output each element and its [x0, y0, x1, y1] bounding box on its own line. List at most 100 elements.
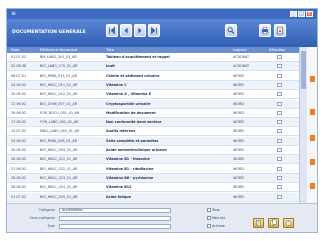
cell-format: WORD: [233, 166, 244, 171]
cell-date: 17.06.02: [11, 101, 27, 106]
close-button[interactable]: ×: [306, 11, 313, 17]
cell-format: WORD: [233, 73, 244, 78]
document-icon: [256, 219, 261, 227]
option-all[interactable]: Tous: [207, 208, 219, 213]
cell-date: 13.07.02: [11, 129, 27, 134]
scrollbar-thumb[interactable]: [301, 51, 306, 89]
cell-ref: BIO_HBLC_004_01_AR: [40, 148, 78, 152]
minimize-button[interactable]: _: [290, 11, 297, 17]
cell-format: WORD: [233, 129, 244, 134]
cell-date: 26.06.02: [11, 157, 27, 162]
option-archive-checkbox[interactable]: [207, 224, 211, 228]
row-select-checkbox[interactable]: [277, 129, 282, 134]
next-record-button[interactable]: [134, 24, 146, 37]
row-select-checkbox[interactable]: [277, 194, 282, 199]
row-select-checkbox[interactable]: [277, 82, 282, 87]
table-row[interactable]: 17.06.02 BIO_CHIM_007_01_AR Cryptosporidie…: [7, 99, 299, 109]
table-row[interactable]: 08.07.01 BIO_PARA_013_01_AR Chimie et sédi…: [7, 72, 299, 81]
table-row[interactable]: 20.06.02 BIO_HBLC_004_01_AR Acide aminolév…: [7, 146, 299, 155]
row-select-checkbox[interactable]: [277, 73, 282, 78]
row-select-checkbox[interactable]: [277, 138, 282, 143]
cell-ref: BIO_HBLC_023_01_AR: [40, 175, 78, 180]
option-archive[interactable]: Archive: [207, 224, 225, 229]
table-row[interactable]: 17.06.02 FOR_LABO_002_01_AR Non conformité…: [7, 118, 299, 128]
cell-format: ACROBAT: [233, 64, 250, 69]
table-row[interactable]: 24.06.02 BIO_PARA_008_01_AR Selle complète…: [7, 136, 299, 146]
open-document-button[interactable]: [253, 218, 264, 228]
cell-date: 01.07.02: [11, 55, 27, 59]
row-select-checkbox[interactable]: [277, 55, 282, 59]
cell-format: WORD: [233, 82, 244, 87]
search-button[interactable]: [225, 24, 237, 37]
table-row[interactable]: 01.07.02 BM_LABO_201_01_AR Tableau d'acqui…: [7, 53, 299, 62]
category-field[interactable]: Accréditation: [59, 208, 171, 213]
table-row[interactable]: 27.06.02 BIO_HBLC_022_01_AR Vitamine B1 - …: [7, 165, 299, 174]
row-select-checkbox[interactable]: [277, 120, 282, 125]
first-record-button[interactable]: [106, 24, 118, 37]
cell-format: WORD: [233, 138, 244, 143]
row-select-checkbox[interactable]: [277, 166, 282, 171]
table-row[interactable]: 19.06.02 FOR_DOCU_001_01_AR Modification d…: [7, 109, 299, 118]
cell-ref: BIO_HBLC_022_01_AR: [40, 166, 78, 171]
cell-title: Vitamine B1 - thiamine: [106, 157, 150, 162]
row-select-checkbox[interactable]: [277, 110, 282, 115]
option-my-selection-checkbox[interactable]: [207, 216, 211, 220]
cell-ref: MAQ_LABO_043_01_AR: [40, 129, 80, 134]
last-record-button[interactable]: [148, 24, 160, 37]
cell-date: 24.06.02: [11, 82, 27, 87]
status-marker: [310, 183, 315, 189]
print-button[interactable]: [259, 24, 271, 37]
option-all-checkbox[interactable]: [207, 208, 211, 212]
table-row[interactable]: 01.07.02 BIO_HBLC_025_01_AR Acide folique W…: [7, 192, 299, 202]
cell-ref: BIO_LABO_270_01_AR: [40, 64, 78, 69]
type-field[interactable]: [59, 224, 171, 229]
table-row[interactable]: 26.06.02 BIO_HBLC_021_01_AR Vitamine B1 - …: [7, 155, 299, 165]
table-row[interactable]: 20.06.02 BIO_HBLC_012_01_AR Vitamine A , V…: [7, 90, 299, 100]
subcategory-field[interactable]: [59, 216, 171, 221]
cell-title: Vitamine C: [106, 82, 127, 87]
first-record-icon: [109, 26, 115, 35]
printer-icon: [262, 26, 268, 35]
export-button[interactable]: [274, 24, 286, 37]
cell-format: WORD: [233, 175, 244, 180]
maximize-button[interactable]: □: [298, 11, 305, 17]
copy-document-button[interactable]: [268, 218, 279, 228]
table-row[interactable]: 28.06.02 BIO_HBLC_024_01_AR Vitamine B12 WO…: [7, 183, 299, 193]
last-record-icon: [151, 26, 157, 35]
category-label: Catégorie: [38, 208, 55, 212]
row-select-checkbox[interactable]: [277, 92, 282, 97]
table-row[interactable]: 13.07.02 MAQ_LABO_043_01_AR Audits interne…: [7, 127, 299, 137]
page-title: DOCUMENTATION GENERALE: [12, 30, 86, 35]
row-select-checkbox[interactable]: [277, 157, 282, 162]
cell-ref: BIO_HBLC_011_01_AR: [40, 82, 78, 87]
category-value: Accréditation: [62, 208, 84, 212]
row-select-checkbox[interactable]: [277, 148, 282, 152]
cell-ref: FOR_LABO_002_01_AR: [40, 120, 79, 125]
cell-format: WORD: [233, 157, 244, 162]
vertical-scrollbar[interactable]: [299, 47, 307, 203]
status-marker: [310, 76, 315, 82]
cell-title: Vitamine B6 - pyridoxine: [106, 175, 154, 180]
help-button[interactable]: [283, 218, 294, 228]
previous-record-button[interactable]: [120, 24, 132, 37]
document-table: 01.07.02 BM_LABO_201_01_AR Tableau d'acqui…: [7, 53, 299, 203]
cell-format: WORD: [233, 148, 244, 152]
table-row[interactable]: 28.06.02 BIO_HBLC_023_01_AR Vitamine B6 - …: [7, 173, 299, 183]
row-select-checkbox[interactable]: [277, 64, 282, 69]
row-select-checkbox[interactable]: [277, 101, 282, 106]
cell-title: Modification de document: [106, 110, 156, 115]
application-window: ≡ _ □ × DOCUMENTATION GENERALE Date Réfé…: [6, 8, 318, 233]
table-row[interactable]: 02.08.98 BIO_LABO_270_01_AR Inuit ACROBAT: [7, 62, 299, 72]
cell-ref: BIO_HBLC_025_01_AR: [40, 194, 78, 199]
next-record-icon: [138, 27, 142, 34]
table-row[interactable]: 24.06.02 BIO_HBLC_011_01_AR Vitamine C WORD: [7, 80, 299, 90]
cell-date: 01.07.02: [11, 194, 27, 199]
cell-ref: BIO_CHIM_007_01_AR: [40, 101, 78, 106]
option-my-selection[interactable]: Mes sel.: [207, 216, 226, 221]
search-icon: [227, 27, 235, 34]
cell-title: Audits internes: [106, 129, 136, 134]
row-select-checkbox[interactable]: [277, 185, 282, 190]
cell-ref: BIO_HBLC_012_01_AR: [40, 92, 78, 97]
row-select-checkbox[interactable]: [277, 175, 282, 180]
cell-title: Acide folique: [106, 194, 131, 199]
